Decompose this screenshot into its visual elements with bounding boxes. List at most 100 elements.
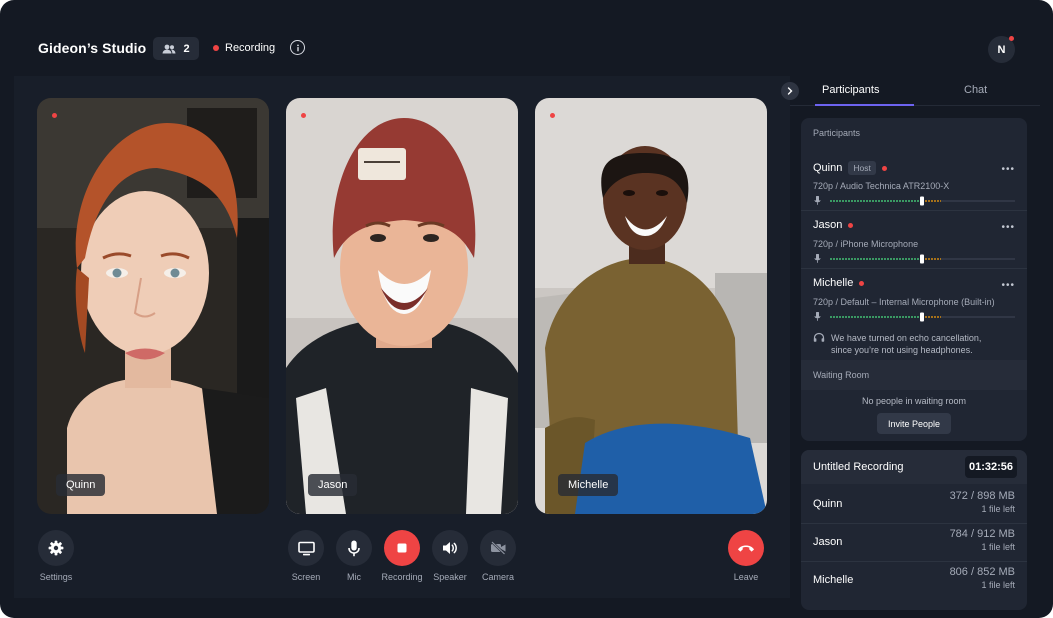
camera-button[interactable] [480, 530, 516, 566]
recording-timer: 01:32:56 [965, 456, 1017, 478]
tab-participants[interactable]: Participants [822, 84, 879, 96]
recording-dot-icon [881, 165, 887, 171]
recording-file-name: Quinn [813, 498, 843, 510]
recording-file-name: Michelle [813, 574, 854, 586]
leave-label: Leave [733, 572, 759, 582]
header-bar: Gideon’s Studio 2 Recording N [0, 0, 1053, 76]
hang-up-icon [738, 545, 754, 552]
waiting-room-heading: Waiting Room [801, 360, 1027, 390]
name-tag-michelle: Michelle [558, 474, 619, 496]
echo-cancellation-notice: We have turned on echo cancellation, sin… [813, 332, 981, 356]
studio-title: Gideon’s Studio [38, 40, 147, 56]
screen-label: Screen [291, 572, 321, 582]
video-feed-michelle [535, 98, 767, 514]
more-options-button[interactable]: ••• [1001, 164, 1015, 175]
recording-label: Recording [381, 572, 423, 582]
settings-control[interactable]: Settings [31, 530, 81, 582]
video-feed-quinn [37, 98, 269, 514]
avatar-initial: N [997, 43, 1006, 56]
recording-control[interactable]: Recording [377, 530, 427, 582]
more-options-button[interactable]: ••• [1001, 222, 1015, 233]
volume-slider[interactable] [813, 254, 1015, 264]
participants-card: Participants Quinn Host ••• 720p / Audio… [801, 118, 1027, 441]
tab-chat[interactable]: Chat [964, 84, 987, 96]
leave-button[interactable] [728, 530, 764, 566]
monitor-icon [297, 541, 315, 555]
camera-control[interactable]: Camera [473, 530, 523, 582]
side-panel: Participants Chat Participants Quinn Hos… [781, 76, 1053, 618]
video-tile-jason[interactable]: Jason [286, 98, 518, 514]
gear-icon [48, 540, 64, 556]
participant-device: 720p / iPhone Microphone [813, 239, 919, 249]
recording-status-label: Recording [225, 42, 276, 54]
active-tab-indicator [815, 104, 914, 106]
recording-dot-icon [848, 222, 854, 228]
mic-control[interactable]: Mic [329, 530, 379, 582]
screen-control[interactable]: Screen [281, 530, 331, 582]
recording-card: Untitled Recording 01:32:56 Quinn 372 / … [801, 450, 1027, 610]
name-tag-jason: Jason [308, 474, 358, 496]
participants-heading: Participants [813, 128, 861, 138]
people-icon [162, 44, 176, 53]
participant-count-button[interactable]: 2 [153, 37, 199, 60]
settings-button[interactable] [38, 530, 74, 566]
settings-label: Settings [39, 572, 73, 582]
stop-icon [397, 543, 407, 553]
studio-app: Gideon’s Studio 2 Recording N Quinn Jaso… [0, 0, 1053, 618]
screen-share-button[interactable] [288, 530, 324, 566]
chevron-right-icon [787, 87, 793, 95]
participant-name: Quinn [813, 162, 843, 174]
recording-file-row-quinn: Quinn 372 / 898 MB 1 file left [801, 484, 1027, 522]
name-tag-quinn: Quinn [56, 474, 106, 496]
upload-progress: 372 / 898 MB [949, 490, 1015, 502]
speaker-icon [443, 542, 457, 554]
upload-progress: 784 / 912 MB [949, 528, 1015, 540]
tile-recording-dot-icon [52, 113, 57, 118]
camera-off-icon [490, 541, 505, 555]
recording-dot-icon [859, 280, 865, 286]
waiting-room-empty-text: No people in waiting room [861, 396, 967, 406]
host-badge: Host [848, 161, 876, 175]
tile-recording-dot-icon [550, 113, 555, 118]
participant-name: Michelle [813, 277, 854, 289]
echo-notice-line-1: We have turned on echo cancellation, [831, 333, 982, 343]
camera-label: Camera [481, 572, 514, 582]
leave-control[interactable]: Leave [721, 530, 771, 582]
recording-title[interactable]: Untitled Recording [813, 461, 904, 473]
files-left: 1 file left [981, 542, 1015, 552]
files-left: 1 file left [981, 580, 1015, 590]
collapse-panel-button[interactable] [781, 82, 799, 100]
divider [801, 210, 1027, 211]
participant-device: 720p / Default – Internal Microphone (Bu… [813, 297, 995, 307]
speaker-control[interactable]: Speaker [425, 530, 475, 582]
video-stage: Quinn Jason Michelle Settings Screen Mic… [14, 76, 790, 598]
recording-card-header: Untitled Recording 01:32:56 [801, 450, 1027, 484]
participant-device: 720p / Audio Technica ATR2100-X [813, 181, 950, 191]
speaker-button[interactable] [432, 530, 468, 566]
more-options-button[interactable]: ••• [1001, 280, 1015, 291]
mic-label: Mic [347, 572, 361, 582]
user-avatar[interactable]: N [988, 36, 1015, 63]
recording-status: Recording [213, 42, 275, 54]
invite-people-button[interactable]: Invite People [877, 413, 951, 434]
recording-file-name: Jason [813, 536, 843, 548]
recording-file-row-jason: Jason 784 / 912 MB 1 file left [801, 522, 1027, 560]
recording-dot-icon [213, 45, 219, 51]
video-feed-jason [286, 98, 518, 514]
video-tile-michelle[interactable]: Michelle [535, 98, 767, 514]
video-tile-quinn[interactable]: Quinn [37, 98, 269, 514]
microphone-icon [348, 540, 360, 556]
echo-notice-line-2: since you’re not using headphones. [831, 345, 973, 355]
recording-button[interactable] [384, 530, 420, 566]
headphones-icon [813, 332, 825, 342]
volume-slider[interactable] [813, 312, 1015, 322]
tile-recording-dot-icon [301, 113, 306, 118]
volume-slider[interactable] [813, 196, 1015, 206]
participant-name: Jason [813, 219, 843, 231]
files-left: 1 file left [981, 504, 1015, 514]
upload-progress: 806 / 852 MB [949, 566, 1015, 578]
divider [801, 268, 1027, 269]
speaker-label: Speaker [433, 572, 467, 582]
mic-button[interactable] [336, 530, 372, 566]
info-button[interactable] [290, 40, 305, 55]
